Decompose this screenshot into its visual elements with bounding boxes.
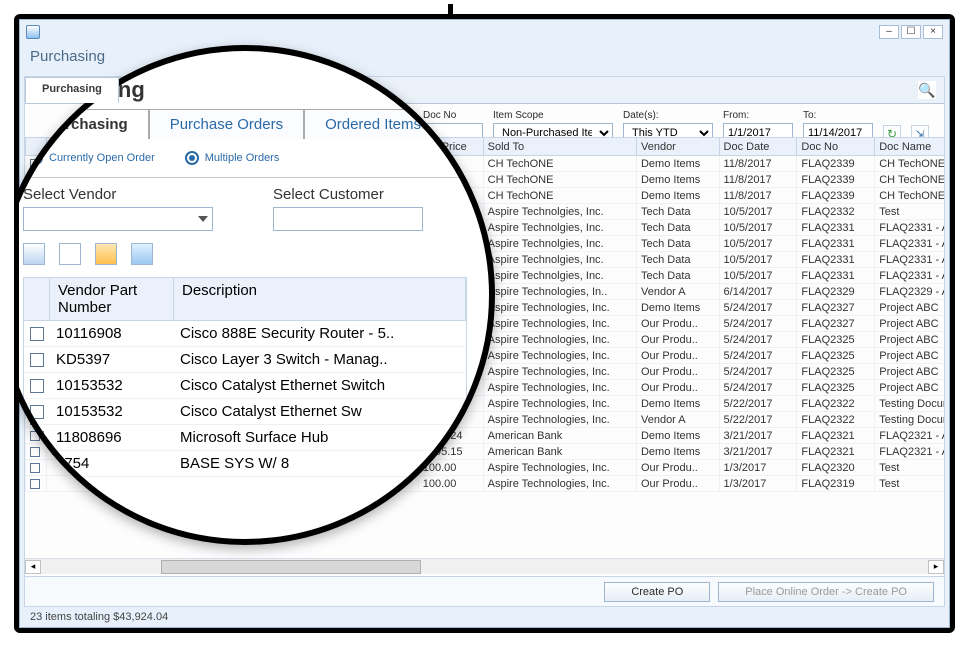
- mag-tab-purchasing[interactable]: Purchasing: [25, 109, 149, 139]
- mag-list-item[interactable]: 10153532Cisco Catalyst Ethernet Switch: [23, 373, 467, 399]
- column-header[interactable]: Vendor: [636, 138, 719, 156]
- mag-list-item[interactable]: 10153532Cisco Catalyst Ethernet Sw: [23, 399, 467, 425]
- mag-list-item[interactable]: 3754BASE SYS W/ 8: [23, 451, 467, 477]
- to-label: To:: [803, 110, 873, 121]
- column-header[interactable]: Doc Name: [875, 138, 944, 156]
- mag-tab-purchase-orders[interactable]: Purchase Orders: [149, 109, 304, 139]
- tab-purchasing[interactable]: Purchasing: [25, 77, 119, 103]
- mag-list-item[interactable]: 10116908Cisco 888E Security Router - 5..: [23, 321, 467, 347]
- row-checkbox[interactable]: [30, 457, 44, 471]
- scroll-right-button[interactable]: ▸: [928, 560, 944, 574]
- collapse-icon[interactable]: [131, 243, 153, 265]
- titlebar: – ☐ ×: [20, 20, 949, 44]
- place-online-order-button: Place Online Order -> Create PO: [718, 582, 934, 602]
- select-all-icon[interactable]: [59, 243, 81, 265]
- magnifier-callout: Purchasing Purchasing Purchase Orders Or…: [14, 45, 495, 545]
- scroll-left-button[interactable]: ◂: [25, 560, 41, 574]
- item-scope-label: Item Scope: [493, 110, 613, 121]
- create-po-button[interactable]: Create PO: [604, 582, 710, 602]
- mag-list-item[interactable]: KD5397Cisco Layer 3 Switch - Manag..: [23, 347, 467, 373]
- search-icon[interactable]: 🔍: [918, 81, 936, 99]
- window-close-button[interactable]: ×: [923, 25, 943, 39]
- from-label: From:: [723, 110, 793, 121]
- mag-header-vpn[interactable]: Vendor Part Number: [50, 278, 174, 320]
- radio-currently-open[interactable]: Currently Open Order: [29, 151, 155, 165]
- window-maximize-button[interactable]: ☐: [901, 25, 921, 39]
- select-vendor-label: Select Vendor: [23, 186, 213, 203]
- column-header[interactable]: Doc No: [797, 138, 875, 156]
- select-vendor-dropdown[interactable]: [23, 207, 213, 231]
- select-customer-label: Select Customer: [273, 186, 423, 203]
- scroll-thumb[interactable]: [161, 560, 421, 574]
- radio-multiple-orders[interactable]: Multiple Orders: [185, 151, 280, 165]
- mag-tab-ordered-items[interactable]: Ordered Items: [304, 109, 442, 139]
- clipboard-icon[interactable]: [95, 243, 117, 265]
- chevron-down-icon: [198, 216, 208, 222]
- window-minimize-button[interactable]: –: [879, 25, 899, 39]
- row-checkbox[interactable]: [30, 353, 44, 367]
- row-checkbox[interactable]: [30, 327, 44, 341]
- horizontal-scrollbar[interactable]: ◂ ▸: [25, 558, 944, 574]
- mag-header-desc[interactable]: Description: [174, 278, 466, 320]
- mag-toolbar: [23, 243, 467, 265]
- app-icon: [26, 25, 40, 39]
- row-checkbox[interactable]: [30, 379, 44, 393]
- dates-label: Date(s):: [623, 110, 713, 121]
- mag-list-item[interactable]: 11808696Microsoft Surface Hub: [23, 425, 467, 451]
- row-checkbox[interactable]: [30, 431, 44, 445]
- status-bar: 23 items totaling $43,924.04: [24, 609, 945, 625]
- column-header[interactable]: Sold To: [483, 138, 636, 156]
- mag-grid-header: Vendor Part Number Description: [23, 277, 467, 321]
- row-checkbox[interactable]: [30, 405, 44, 419]
- select-customer-input[interactable]: [273, 207, 423, 231]
- column-header[interactable]: Doc Date: [719, 138, 797, 156]
- radio-icon: [185, 151, 199, 165]
- action-bar: Create PO Place Online Order -> Create P…: [25, 576, 944, 606]
- radio-icon: [29, 151, 43, 165]
- column-chooser-icon[interactable]: [23, 243, 45, 265]
